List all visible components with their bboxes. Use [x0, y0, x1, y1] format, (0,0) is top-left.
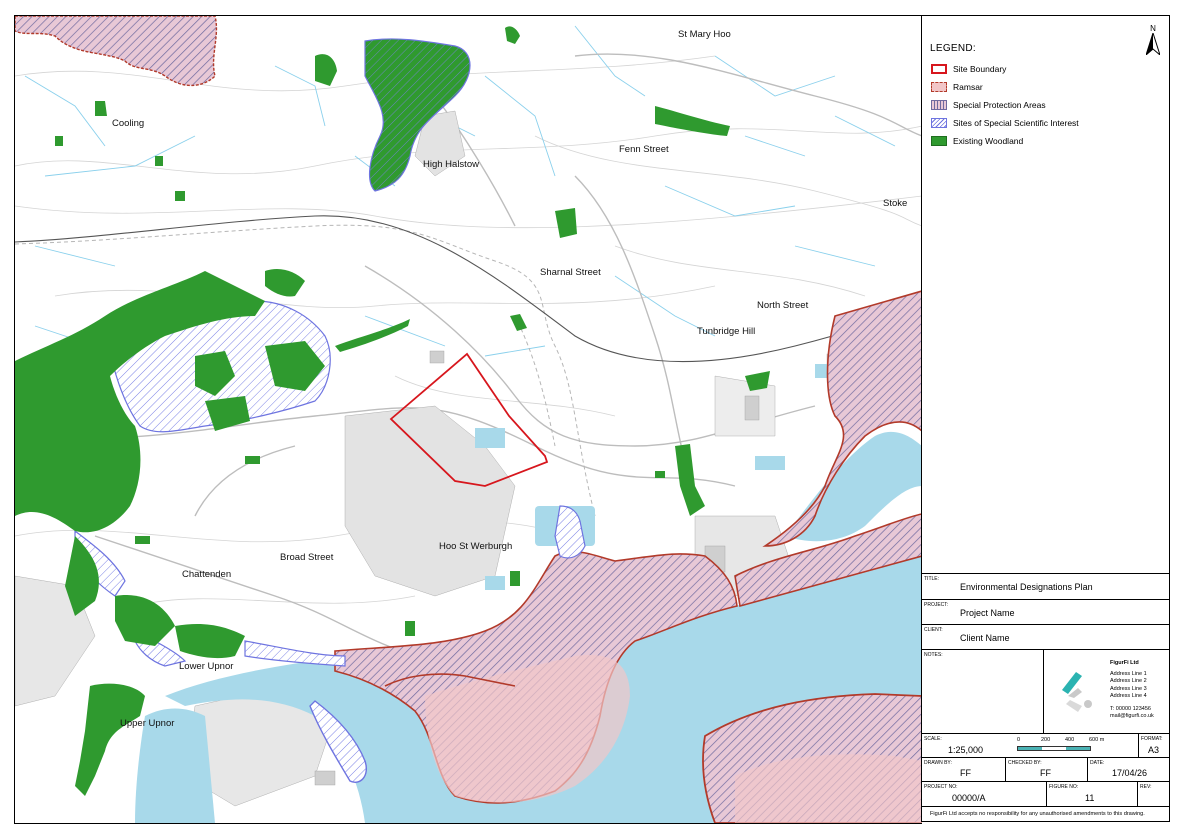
legend-label: Special Protection Areas	[953, 100, 1046, 110]
drawing-title: Environmental Designations Plan	[960, 582, 1093, 592]
legend-swatch-sssi	[931, 118, 947, 128]
company-logo-icon	[1062, 672, 1092, 712]
legend-swatch-ramsar	[931, 82, 947, 92]
client-name: Client Name	[960, 633, 1010, 643]
title-block-notes: NOTES: FigurFi Ltd Address Line 1 Addres…	[922, 649, 1169, 734]
legend-swatch-spa	[931, 100, 947, 110]
scalebar-graphic	[1017, 746, 1091, 751]
map-canvas[interactable]: St Mary Hoo Cooling High Halstow Fenn St…	[14, 15, 922, 824]
rev-divider	[1137, 782, 1138, 807]
legend-swatch-woodland	[931, 136, 947, 146]
company-address-line-3: Address Line 3	[1110, 685, 1147, 692]
place-high-halstow: High Halstow	[423, 159, 479, 170]
map-svg: St Mary Hoo Cooling High Halstow Fenn St…	[15, 16, 922, 823]
rev-label: REV:	[1140, 784, 1152, 790]
notes-divider	[1043, 650, 1044, 734]
legend-label: Sites of Special Scientific Interest	[953, 118, 1079, 128]
scalebar-tick: 200	[1041, 737, 1051, 743]
client-label: CLIENT:	[924, 627, 943, 633]
place-lower-upnor: Lower Upnor	[179, 661, 233, 672]
company-address-line-2: Address Line 2	[1110, 678, 1147, 684]
legend-item-ramsar: Ramsar	[931, 81, 983, 93]
place-chattenden: Chattenden	[182, 569, 231, 580]
company-email: mail@figurfi.co.uk	[1110, 713, 1154, 719]
scale-value: 1:25,000	[948, 745, 984, 755]
legend-item-spa: Special Protection Areas	[931, 99, 1046, 111]
title-block-numbers: PROJECT NO: 00000/A FIGURE NO: 11 REV:	[922, 781, 1169, 807]
map-sheet: St Mary Hoo Cooling High Halstow Fenn St…	[0, 0, 1185, 838]
title-block-project: PROJECT: Project Name	[922, 599, 1169, 624]
format-value: A3	[1148, 745, 1160, 755]
company-name: FigurFi Ltd	[1110, 660, 1139, 666]
disclaimer-text: FigurFi Ltd accepts no responsibility fo…	[930, 811, 1145, 817]
project-label: PROJECT:	[924, 602, 949, 608]
place-stoke: Stoke	[883, 198, 907, 209]
date-value: 17/04/26	[1112, 768, 1148, 778]
project-no-value: 00000/A	[952, 793, 986, 803]
date-label: DATE:	[1090, 760, 1105, 766]
place-north-street: North Street	[757, 300, 809, 311]
scale-bar: 0 200 400 600 m	[1017, 737, 1113, 755]
company-address-line-4: Address Line 4	[1110, 693, 1147, 699]
legend-item-site-boundary: Site Boundary	[931, 63, 1006, 75]
title-block-disclaimer: FigurFi Ltd accepts no responsibility fo…	[922, 806, 1169, 821]
legend-label: Ramsar	[953, 82, 983, 92]
legend-title: LEGEND:	[930, 43, 977, 54]
place-tunbridge-hill: Tunbridge Hill	[697, 326, 755, 337]
scalebar-tick: 600 m	[1089, 737, 1105, 743]
title-block-title: TITLE: Environmental Designations Plan	[922, 573, 1169, 599]
title-block-drawn: DRAWN BY: FF CHECKED BY: FF DATE: 17/04/…	[922, 757, 1169, 782]
figure-no-value: 11	[1085, 793, 1095, 803]
place-cooling: Cooling	[112, 118, 144, 129]
title-panel: N LEGEND: Site Boundary Ramsar Special P…	[921, 15, 1170, 822]
legend-label: Existing Woodland	[953, 136, 1024, 146]
project-name: Project Name	[960, 608, 1015, 618]
notes-label: NOTES:	[924, 652, 943, 658]
legend-item-woodland: Existing Woodland	[931, 135, 1023, 147]
title-label: TITLE:	[924, 576, 940, 582]
date-divider	[1087, 758, 1088, 782]
place-fenn-street: Fenn Street	[619, 144, 669, 155]
legend-swatch-site-boundary	[931, 64, 947, 74]
place-broad-street: Broad Street	[280, 552, 334, 563]
project-no-label: PROJECT NO:	[924, 784, 958, 790]
place-st-mary-hoo: St Mary Hoo	[678, 29, 731, 40]
checked-by-value: FF	[1040, 768, 1051, 778]
legend-item-sssi: Sites of Special Scientific Interest	[931, 117, 1079, 129]
scale-label: SCALE:	[924, 736, 942, 742]
company-phone: T: 00000 123456	[1110, 705, 1151, 712]
drawn-by-value: FF	[960, 768, 971, 778]
scalebar-tick: 0	[1017, 737, 1021, 743]
north-label: N	[1150, 24, 1156, 33]
north-arrow: N	[1143, 24, 1163, 60]
company-details: FigurFi Ltd Address Line 1 Address Line …	[1110, 660, 1154, 721]
format-divider	[1138, 734, 1139, 758]
title-block-scale: SCALE: 1:25,000 0 200 400 600 m FORMAT: …	[922, 733, 1169, 758]
drawn-by-label: DRAWN BY:	[924, 760, 952, 766]
checked-divider	[1005, 758, 1006, 782]
title-block-client: CLIENT: Client Name	[922, 624, 1169, 649]
format-label: FORMAT:	[1141, 736, 1163, 742]
figure-divider	[1046, 782, 1047, 807]
place-hoo-st-werburgh: Hoo St Werburgh	[439, 541, 512, 552]
legend-label: Site Boundary	[953, 64, 1007, 74]
place-sharnal-street: Sharnal Street	[540, 267, 601, 278]
north-arrow-icon	[1144, 31, 1162, 57]
company-address-line-1: Address Line 1	[1110, 670, 1147, 677]
checked-by-label: CHECKED BY:	[1008, 760, 1042, 766]
scalebar-tick: 400	[1065, 737, 1075, 743]
figure-no-label: FIGURE NO:	[1049, 784, 1079, 790]
place-upper-upnor: Upper Upnor	[120, 718, 174, 729]
